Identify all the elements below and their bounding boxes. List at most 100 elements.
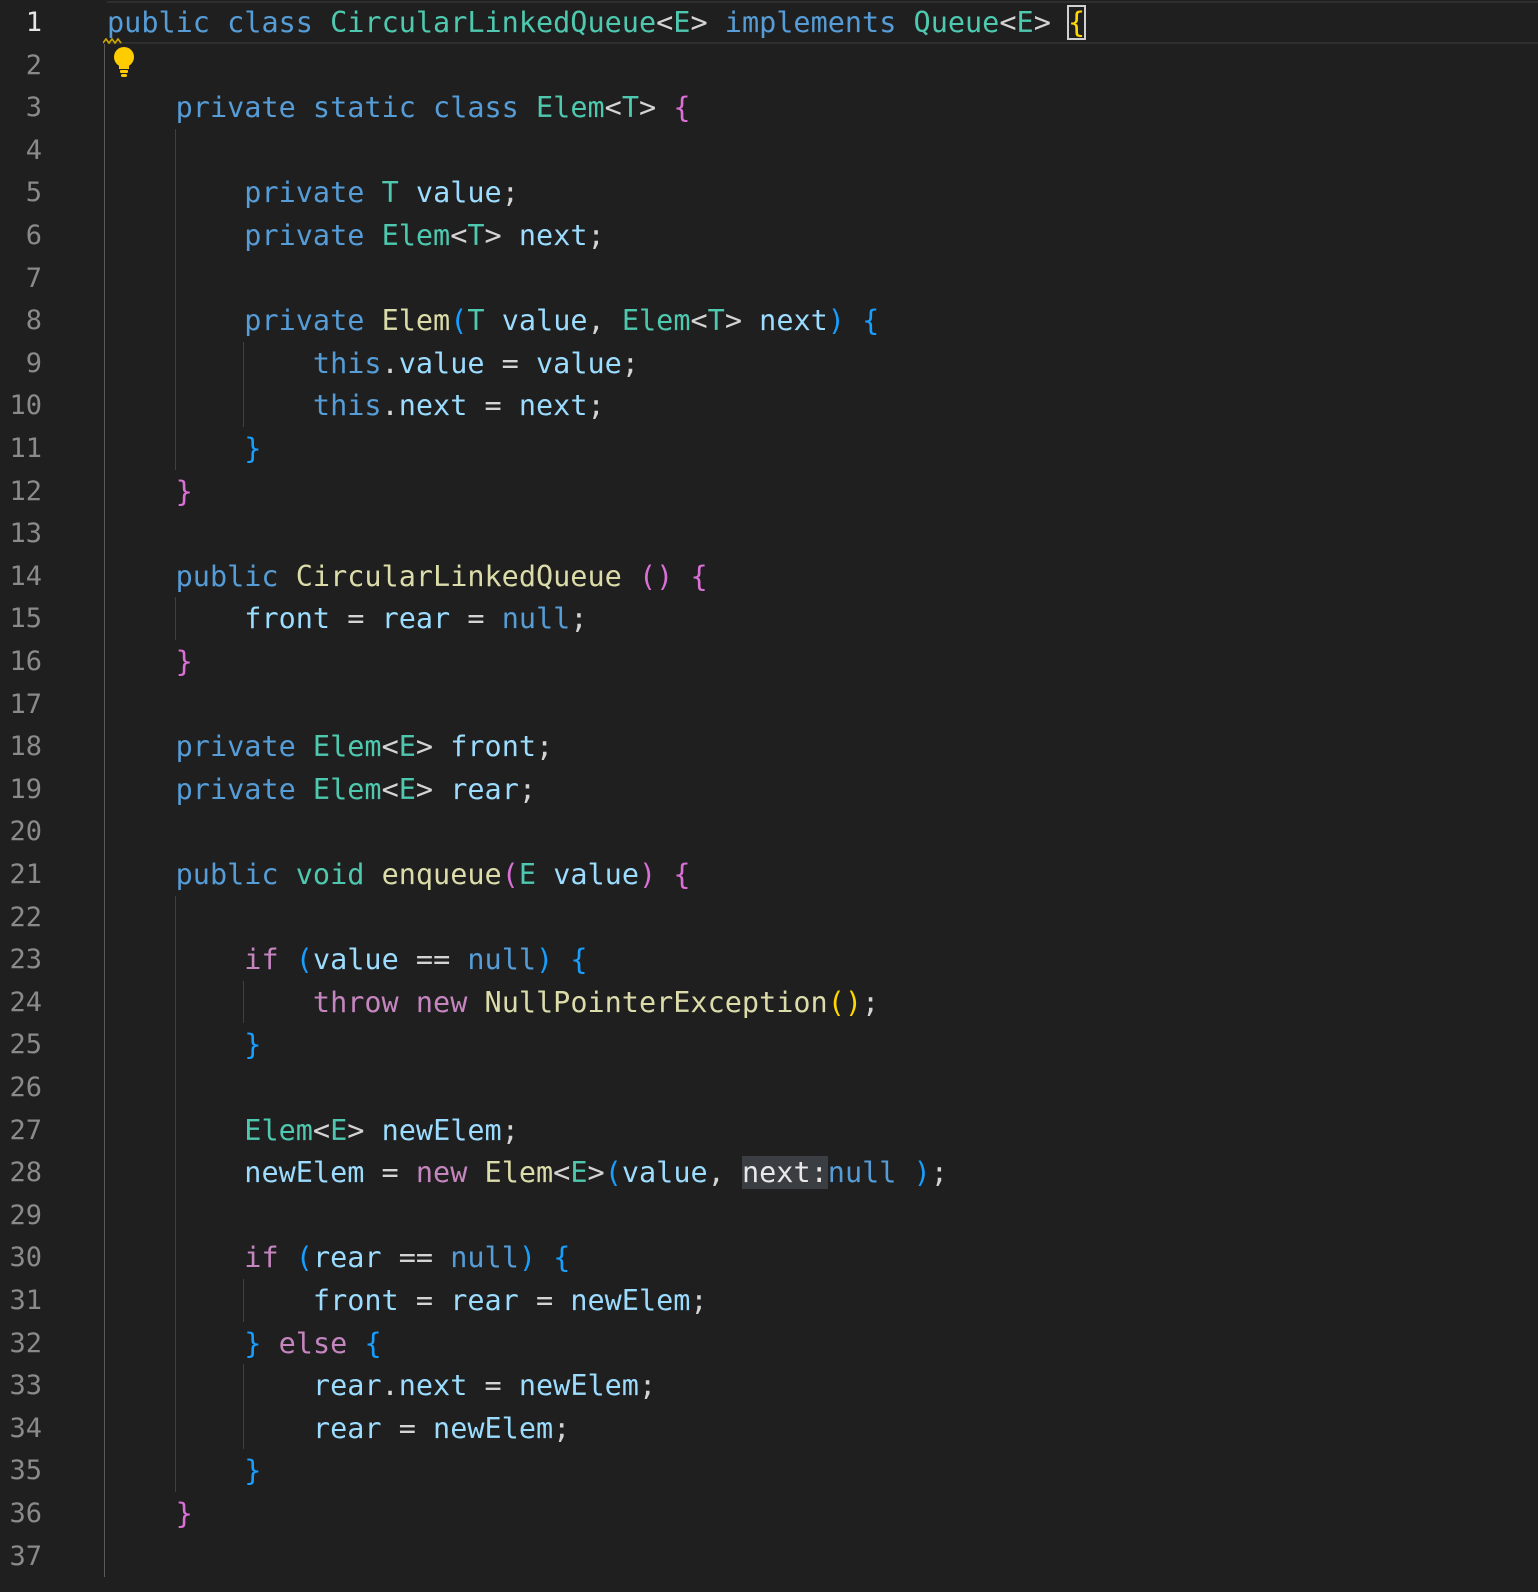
- code-token: next: [398, 389, 468, 423]
- code-line[interactable]: }: [107, 1449, 1538, 1492]
- code-line[interactable]: public CircularLinkedQueue () {: [107, 555, 1538, 598]
- code-line[interactable]: [107, 896, 1538, 939]
- code-token: front: [450, 730, 537, 764]
- code-line[interactable]: }: [107, 1492, 1538, 1535]
- code-token: newElem: [381, 1113, 502, 1147]
- code-line[interactable]: if (value == null) {: [107, 938, 1538, 981]
- code-line[interactable]: public void enqueue(E value) {: [107, 853, 1538, 896]
- code-token: ;: [621, 346, 639, 380]
- code-line[interactable]: private Elem(T value, Elem<T> next) {: [107, 299, 1538, 342]
- code-token: =: [398, 1284, 451, 1317]
- code-token: next: [518, 219, 588, 252]
- code-token: rear: [312, 1411, 382, 1445]
- code-line[interactable]: rear.next = newElem;: [107, 1364, 1538, 1407]
- code-line[interactable]: this.next = next;: [107, 384, 1538, 427]
- code-line[interactable]: private Elem<E> rear;: [107, 768, 1538, 811]
- code-token: private: [175, 730, 296, 764]
- code-token: {: [570, 943, 588, 977]
- code-line[interactable]: private Elem<E> front;: [107, 725, 1538, 768]
- code-line[interactable]: rear = newElem;: [107, 1407, 1538, 1450]
- code-line[interactable]: throw new NullPointerException();: [107, 981, 1538, 1024]
- code-token: newElem: [570, 1284, 691, 1317]
- code-token: ): [827, 304, 845, 338]
- code-token: =: [330, 602, 382, 636]
- code-line[interactable]: [107, 512, 1538, 555]
- code-token: <: [381, 730, 399, 764]
- code-token: void: [295, 858, 365, 891]
- code-token: CircularLinkedQueue: [330, 6, 657, 39]
- code-line[interactable]: private static class Elem<T> {: [107, 86, 1538, 129]
- code-line[interactable]: }: [107, 640, 1538, 683]
- code-token: NullPointerException: [484, 985, 828, 1019]
- code-line[interactable]: }: [107, 1023, 1538, 1066]
- code-line[interactable]: private Elem<T> next;: [107, 214, 1538, 257]
- code-token: (): [638, 559, 674, 593]
- code-token: <: [553, 1156, 571, 1190]
- code-line[interactable]: [107, 257, 1538, 300]
- code-token: value: [312, 943, 399, 977]
- line-number: 8: [25, 305, 42, 337]
- code-token: ==: [398, 943, 468, 977]
- code-token: (: [450, 304, 468, 338]
- code-line[interactable]: if (rear == null) {: [107, 1236, 1538, 1279]
- code-line[interactable]: }: [107, 470, 1538, 513]
- code-line[interactable]: front = rear = newElem;: [107, 1279, 1538, 1322]
- line-number: 36: [9, 1498, 42, 1529]
- code-editor[interactable]: 1 2 3 4 5 6 7 8 9 10 11 12 13 14 15 16 17 18 19 20 21 22 23 24 2…: [0, 0, 1538, 1592]
- code-line[interactable]: [107, 683, 1538, 726]
- code-token: private: [244, 219, 365, 252]
- code-line[interactable]: [107, 1194, 1538, 1237]
- code-token: rear: [450, 1284, 519, 1317]
- code-token: null: [450, 1241, 519, 1275]
- indent-guide: [175, 895, 177, 1492]
- code-line[interactable]: [107, 810, 1538, 853]
- code-line[interactable]: [107, 44, 1538, 87]
- code-line[interactable]: [107, 129, 1538, 172]
- code-token: (): [827, 985, 863, 1019]
- code-token: public: [175, 559, 279, 593]
- code-line[interactable]: Elem<E> newElem;: [107, 1109, 1538, 1152]
- code-token: value: [415, 176, 502, 210]
- code-token: ,: [587, 304, 622, 338]
- code-line[interactable]: } else {: [107, 1322, 1538, 1365]
- code-area[interactable]: public class CircularLinkedQueue<E> impl…: [107, 0, 1538, 1592]
- code-line[interactable]: [107, 1535, 1538, 1578]
- code-line[interactable]: front = rear = null;: [107, 597, 1538, 640]
- code-token: static: [312, 91, 416, 125]
- code-token: <: [381, 772, 399, 806]
- line-number: 31: [9, 1285, 42, 1316]
- line-number: 4: [25, 134, 42, 166]
- code-line[interactable]: public class CircularLinkedQueue<E> impl…: [107, 1, 1538, 44]
- code-token: ;: [690, 1284, 708, 1317]
- code-token: ;: [587, 219, 605, 252]
- line-number: 15: [9, 603, 42, 635]
- code-line[interactable]: [107, 1066, 1538, 1109]
- code-line[interactable]: newElem = new Elem<E>(value, next:null )…: [107, 1151, 1538, 1194]
- code-line[interactable]: }: [107, 427, 1538, 470]
- line-number: 19: [9, 773, 42, 805]
- code-token: private: [175, 91, 296, 125]
- code-token: =: [484, 346, 536, 380]
- code-token: ): [518, 1241, 537, 1275]
- code-token: class: [433, 91, 519, 125]
- code-token: >: [415, 772, 451, 806]
- code-token: ;: [501, 176, 519, 210]
- lightbulb-icon[interactable]: [113, 46, 135, 80]
- code-line[interactable]: this.value = value;: [107, 342, 1538, 385]
- code-token: rear: [312, 1369, 382, 1403]
- code-token: ;: [587, 389, 605, 423]
- code-line[interactable]: private T value;: [107, 171, 1538, 214]
- code-token: public: [175, 858, 279, 891]
